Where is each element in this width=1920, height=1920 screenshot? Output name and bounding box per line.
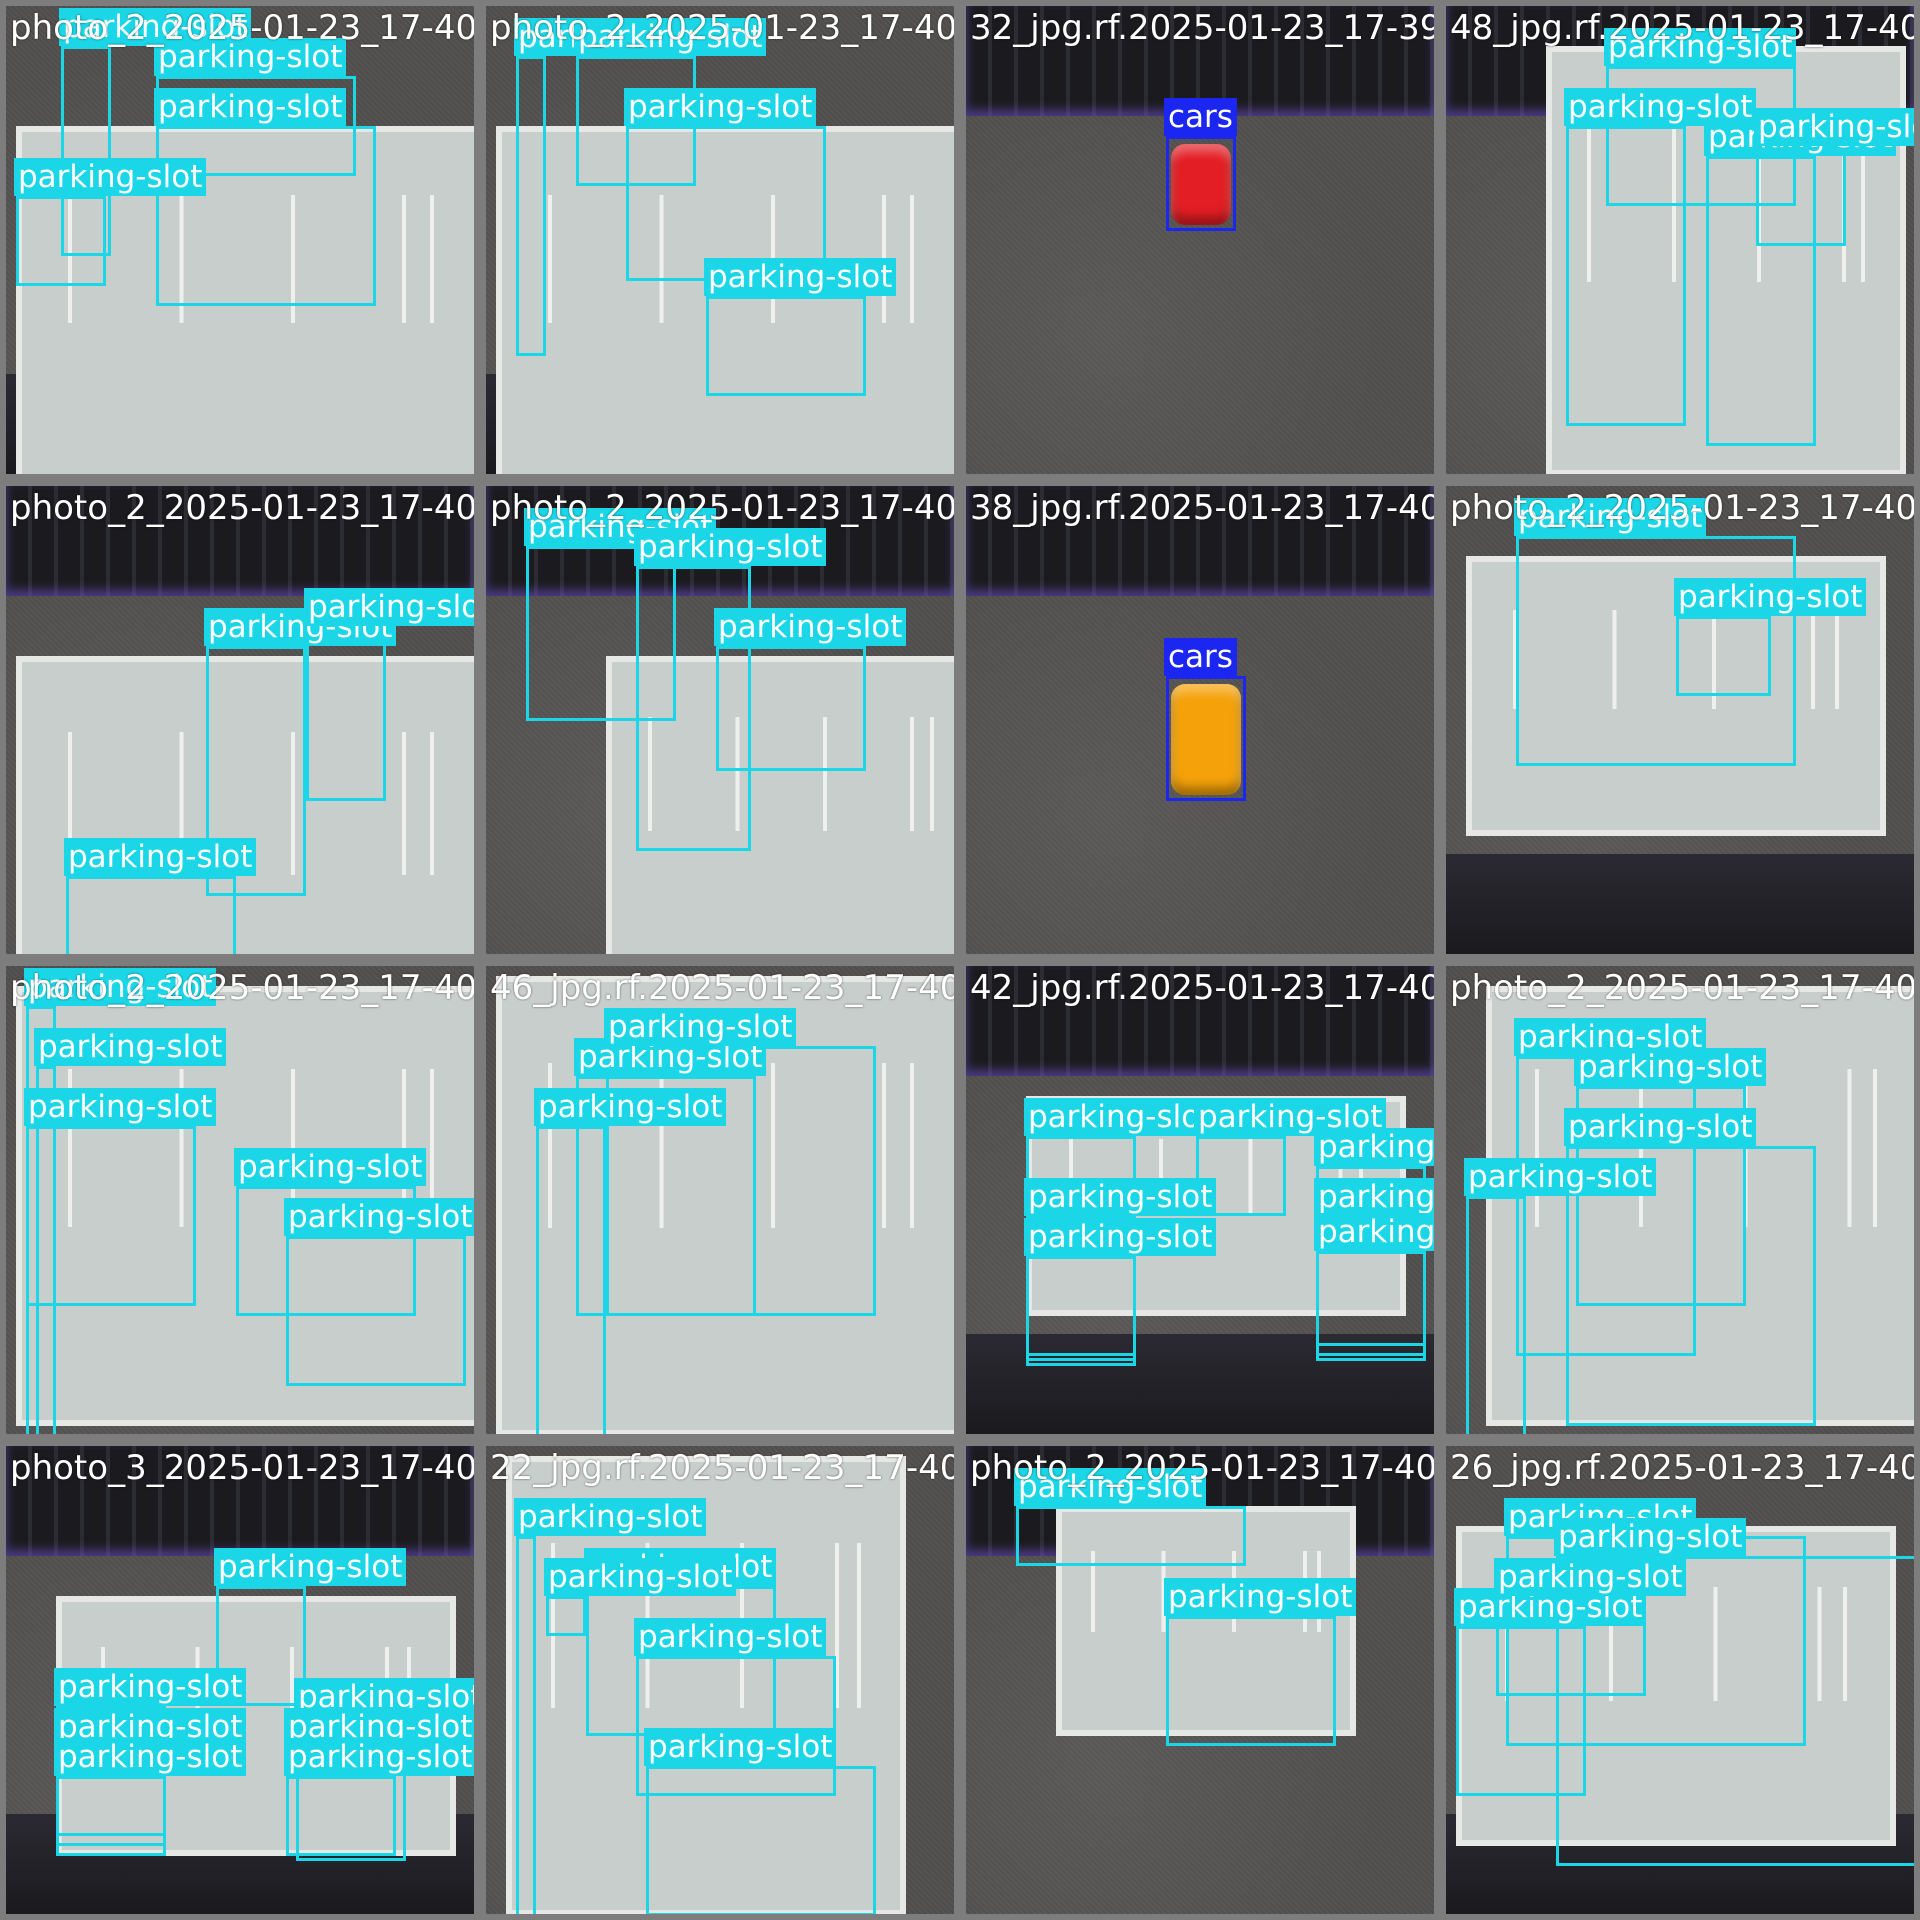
parking-slot-bounding-box [1016, 1506, 1246, 1566]
tile-filename: photo_3_2025-01-23_17-40- [10, 1448, 480, 1488]
parking-slot-class-label: parking-slot [54, 1738, 247, 1776]
parking-slot-class-label: parking-slot [534, 1088, 727, 1126]
mosaic-tile: 26_jpg.rf.2025-01-23_17-40- parking-slot p… [1440, 1440, 1920, 1920]
parking-slot-bounding-box [1756, 146, 1846, 246]
mosaic-tile: photo_2_2025-01-23_17-40- parking-slot par… [0, 960, 480, 1440]
parking-slot-class-label: parking-slot [634, 1618, 827, 1656]
mosaic-tile: 38_jpg.rf.2025-01-23_17-40-cars [960, 480, 1440, 960]
parking-slot-bounding-box [546, 1596, 586, 1636]
mosaic-tile: 48_jpg.rf.2025-01-23_17-40- parking-slot p… [1440, 0, 1920, 480]
parking-slot-bounding-box [1466, 1196, 1526, 1434]
mosaic-tile: photo_2_2025-01-23_17-40- parking-slot par… [960, 1440, 1440, 1920]
tile-filename: photo_2_2025-01-23_17-40- [1450, 968, 1920, 1008]
parking-slot-class-label: parking-slot [1464, 1158, 1657, 1196]
tile-filename: 48_jpg.rf.2025-01-23_17-40- [1450, 8, 1920, 48]
parking-slot-class-label: parking-slot [1024, 1178, 1217, 1216]
tile-filename: 22_jpg.rf.2025-01-23_17-40- [490, 1448, 960, 1488]
mosaic-tile: photo_2_2025-01-23_17-40- parking-slot par… [480, 480, 960, 960]
parking-slot-class-label: parking-slot [1554, 1518, 1747, 1556]
parking-slot-class-label: parking-slot [1314, 1128, 1434, 1166]
mosaic-tile: 22_jpg.rf.2025-01-23_17-40- parking-slot p… [480, 1440, 960, 1920]
parking-slot-bounding-box [606, 1046, 876, 1316]
parking-slot-class-label: parking-slot [214, 1548, 407, 1586]
parking-slot-bounding-box [1676, 616, 1771, 696]
parking-slot-bounding-box [516, 56, 546, 356]
parking-slot-class-label: parking-slot [1164, 1578, 1357, 1616]
tile-filename: 46_jpg.rf.2025-01-23_17-40- [490, 968, 960, 1008]
parking-slot-class-label: parking-slot [234, 1148, 427, 1186]
tile-filename: photo_2_2025-01-23_17-40- [10, 968, 480, 1008]
parking-slot-bounding-box [516, 1536, 536, 1914]
tile-filename: photo_2_2025-01-23_17-40- [1450, 488, 1920, 528]
tile-filename: photo_2_2025-01-23_17-40- [490, 8, 960, 48]
tile-filename: 26_jpg.rf.2025-01-23_17-40- [1450, 1448, 1920, 1488]
parking-slot-class-label: parking-slot [1494, 1558, 1687, 1596]
car-bounding-box [1166, 676, 1246, 801]
parking-slot-class-label: parking-slot [714, 608, 907, 646]
floor-image [1446, 854, 1914, 954]
parking-slot-class-label: parking-slot [284, 1198, 474, 1236]
parking-slot-bounding-box [56, 1776, 166, 1836]
parking-slot-class-label: parking-slot [24, 1088, 217, 1126]
mosaic-tile: 42_jpg.rf.2025-01-23_17-40- parking-slot p… [960, 960, 1440, 1440]
parking-slot-bounding-box [706, 296, 866, 396]
parking-slot-class-label: parking-slot [604, 1008, 797, 1046]
tile-filename: 42_jpg.rf.2025-01-23_17-40- [970, 968, 1440, 1008]
parking-slot-bounding-box [286, 1776, 396, 1856]
mosaic-tile: photo_3_2025-01-23_17-40- parking-slot par… [0, 1440, 480, 1920]
mosaic-tile: 32_jpg.rf.2025-01-23_17-39-cars [960, 0, 1440, 480]
mosaic-tile: 46_jpg.rf.2025-01-23_17-40- parking-slot p… [480, 960, 960, 1440]
parking-slot-class-label: parking-slot [34, 1028, 227, 1066]
tile-filename: photo_2_2025-01-23_17-40- [970, 1448, 1440, 1488]
parking-slot-class-label: parking-slot [14, 158, 207, 196]
parking-slot-class-label: parking-slot [514, 1498, 707, 1536]
parking-slot-class-label: parking-slot [1024, 1218, 1217, 1256]
parking-slot-class-label: parking-slot [1564, 1108, 1757, 1146]
parking-slot-class-label: parking-slot [704, 258, 897, 296]
parking-slot-class-label: parking-slot [1674, 578, 1867, 616]
tile-filename: 32_jpg.rf.2025-01-23_17-39- [970, 8, 1440, 48]
car-class-label: cars [1164, 98, 1237, 136]
mosaic-tile: photo_2_2025-01-23_17-40- parking-slot par… [1440, 480, 1920, 960]
tile-filename: photo_2_2025-01-23_17-40- [10, 488, 480, 528]
parking-slot-bounding-box [16, 196, 106, 286]
parking-slot-bounding-box [1166, 1616, 1336, 1746]
parking-slot-class-label: parking-slot [1314, 1178, 1434, 1216]
parking-slot-class-label: parking-slot [1754, 108, 1914, 146]
tile-filename: 38_jpg.rf.2025-01-23_17-40- [970, 488, 1440, 528]
parking-slot-class-label: parking-slot [634, 528, 827, 566]
parking-slot-bounding-box [306, 626, 386, 801]
mosaic-tile: photo_2_2025-01-23_17-40- parking-slot par… [0, 480, 480, 960]
parking-slot-class-label: parking-slot [154, 88, 347, 126]
car-bounding-box [1166, 136, 1236, 231]
detection-mosaic-grid: photo_2_2025-01-23_17-40- parking-slot par… [0, 0, 1920, 1920]
parking-slot-bounding-box [1026, 1256, 1136, 1366]
tile-filename: photo_2_2025-01-23_17-40- [490, 488, 960, 528]
parking-slot-class-label: parking-slot [1314, 1213, 1434, 1251]
parking-slot-class-label: parking-slot [1024, 1098, 1217, 1136]
mosaic-tile: photo_2_2025-01-23_17-40- parking-slot par… [480, 0, 960, 480]
parking-slot-class-label: parking-slot [284, 1738, 474, 1776]
parking-slot-bounding-box [286, 1236, 466, 1386]
mosaic-tile: photo_2_2025-01-23_17-40- parking-slot par… [0, 0, 480, 480]
tile-filename: photo_2_2025-01-23_17-40- [10, 8, 480, 48]
parking-slot-bounding-box [1316, 1251, 1426, 1361]
parking-slot-class-label: parking-slot [644, 1728, 837, 1766]
parking-slot-bounding-box [66, 876, 236, 954]
parking-slot-class-label: parking-slot [64, 838, 257, 876]
parking-slot-class-label: parking-slot [54, 1668, 247, 1706]
parking-slot-bounding-box [716, 646, 866, 771]
car-class-label: cars [1164, 638, 1237, 676]
parking-slot-class-label: parking-slot [544, 1558, 737, 1596]
parking-slot-class-label: parking-slot [624, 88, 817, 126]
parking-slot-bounding-box [646, 1766, 876, 1914]
mosaic-tile: photo_2_2025-01-23_17-40- parking-slot par… [1440, 960, 1920, 1440]
parking-slot-class-label: parking-slot [304, 588, 474, 626]
parking-slot-class-label: parking-slot [1574, 1048, 1767, 1086]
